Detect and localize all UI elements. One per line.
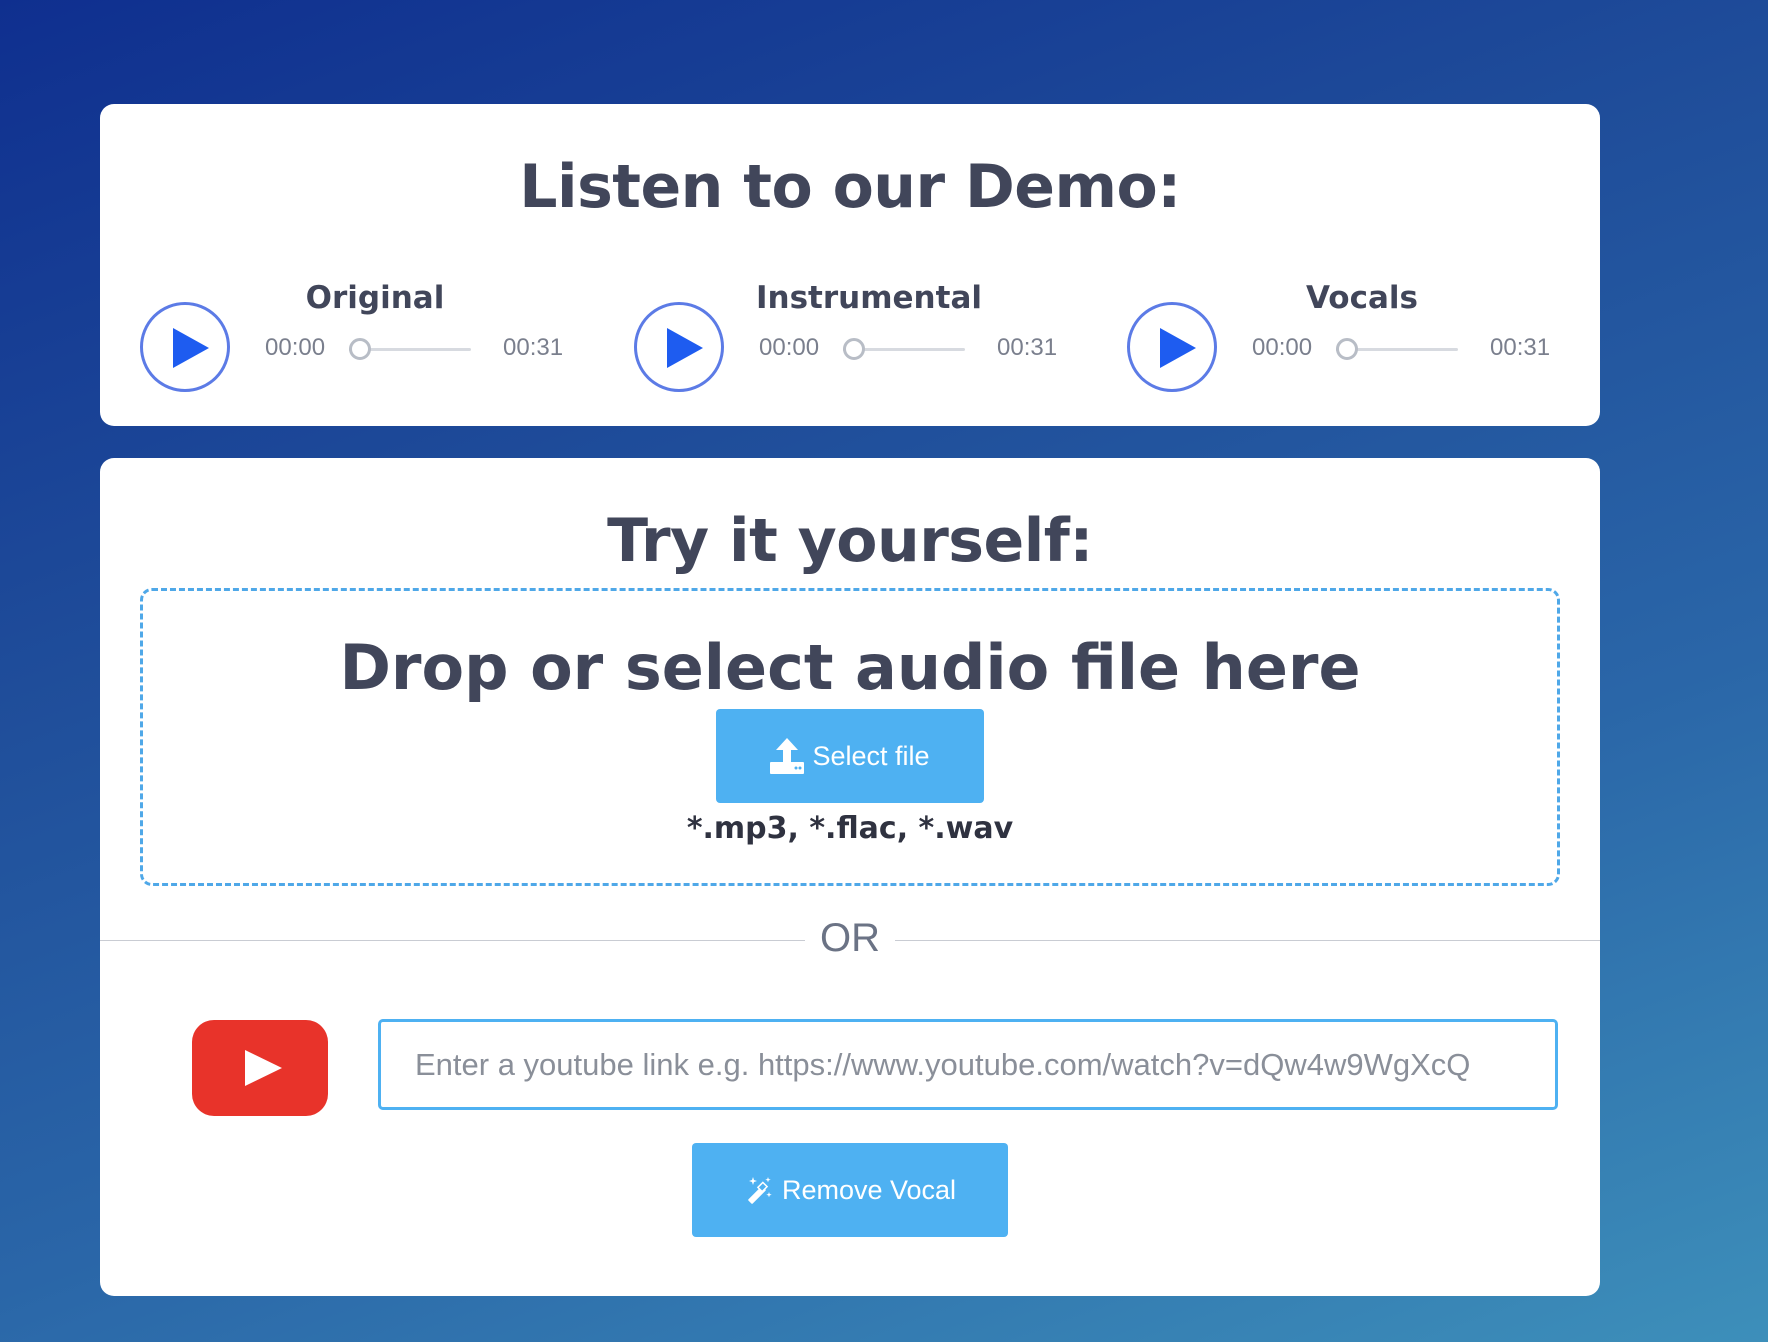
- select-file-button[interactable]: Select file: [716, 709, 984, 803]
- upload-icon: [770, 738, 805, 774]
- play-button[interactable]: [634, 302, 724, 392]
- try-title: Try it yourself:: [607, 506, 1093, 576]
- try-card: Try it yourself: Drop or select audio fi…: [100, 458, 1600, 1296]
- play-icon: [667, 328, 703, 368]
- seek-thumb[interactable]: [843, 338, 865, 360]
- seek-slider[interactable]: [349, 338, 471, 360]
- current-time: 00:00: [265, 334, 326, 361]
- audio-player-original: Original 00:00 00:31: [100, 272, 563, 392]
- file-dropzone[interactable]: Drop or select audio file here Select fi…: [140, 588, 1560, 886]
- audio-player-instrumental: Instrumental 00:00 00:31: [594, 272, 1057, 392]
- youtube-logo: [192, 1020, 328, 1116]
- seek-thumb[interactable]: [1336, 338, 1358, 360]
- player-title: Vocals: [1306, 280, 1418, 316]
- remove-vocal-button[interactable]: Remove Vocal: [692, 1143, 1008, 1237]
- magic-wand-icon: [748, 1177, 772, 1204]
- dropzone-title: Drop or select audio file here: [339, 631, 1361, 704]
- youtube-link-input[interactable]: [378, 1019, 1558, 1110]
- seek-slider[interactable]: [843, 338, 965, 360]
- accepted-formats: *.mp3, *.flac, *.wav: [686, 811, 1014, 846]
- total-time: 00:31: [503, 334, 564, 361]
- current-time: 00:00: [759, 334, 820, 361]
- total-time: 00:31: [997, 334, 1058, 361]
- remove-vocal-label: Remove Vocal: [781, 1174, 957, 1205]
- select-file-label: Select file: [812, 740, 930, 771]
- seek-thumb[interactable]: [349, 338, 371, 360]
- player-title: Instrumental: [756, 280, 982, 316]
- play-icon: [173, 328, 209, 368]
- play-icon: [1160, 328, 1196, 368]
- seek-slider[interactable]: [1336, 338, 1458, 360]
- or-separator: OR: [805, 916, 895, 961]
- player-title: Original: [305, 280, 445, 316]
- play-button[interactable]: [1127, 302, 1217, 392]
- audio-player-vocals: Vocals 00:00 00:31: [1087, 272, 1550, 392]
- play-button[interactable]: [140, 302, 230, 392]
- demo-title: Listen to our Demo:: [519, 152, 1181, 222]
- total-time: 00:31: [1490, 334, 1551, 361]
- current-time: 00:00: [1252, 334, 1313, 361]
- demo-card: Listen to our Demo: Original 00:00 00:31…: [100, 104, 1600, 426]
